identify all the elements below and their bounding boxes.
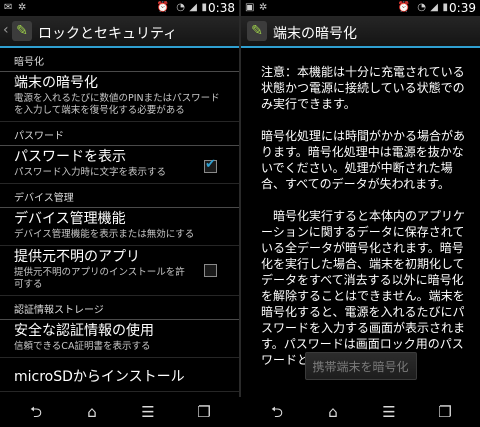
pref-summary: デバイス管理機能を表示または無効にする [14, 229, 195, 240]
settings-wrench-icon[interactable]: ✎ [12, 21, 32, 41]
security-settings-screen: ✉ ✲ ⏰ ◔ ◢ ▮ 0:38 ‹ ✎ ロックとセキュリティ 暗号化 端末の暗… [0, 0, 239, 397]
up-chevron-icon[interactable]: ‹ [3, 22, 9, 38]
notice-paragraph: 暗号化実行すると本体内のアプリケーションに関するデータに保存されている全データが… [261, 209, 466, 366]
notice-paragraph: 暗号化処理には時間がかかる場合があります。暗号化処理中は電源を抜かないでください… [261, 129, 466, 191]
section-header-device-admin: デバイス管理 [0, 190, 239, 208]
image-icon: ▣ [245, 2, 255, 13]
back-icon[interactable]: ⮌ [265, 403, 289, 421]
pref-use-secure-credentials[interactable]: 安全な認証情報の使用 信頼できるCA証明書を表示する [0, 320, 239, 358]
alarm-icon: ⏰ [397, 2, 410, 13]
pref-summary: パスワード入力時に文字を表示する [14, 167, 167, 178]
pref-summary: 提供元不明のアプリのインストールを許可する [14, 267, 185, 290]
page-title: ロックとセキュリティ [38, 26, 178, 42]
status-time: 0:38 [208, 1, 235, 15]
pref-title: microSDからインストール [14, 369, 185, 385]
encrypt-device-button[interactable]: 携帯端末を暗号化 [304, 352, 417, 380]
navigation-bar: ⮌ ⌂ ☰ ❐ [241, 397, 480, 427]
pref-title: 端末の暗号化 [14, 75, 98, 91]
home-icon[interactable]: ⌂ [321, 403, 345, 421]
menu-icon[interactable]: ☰ [136, 403, 160, 421]
home-icon[interactable]: ⌂ [80, 403, 104, 421]
wifi-icon: ◔ [417, 2, 426, 13]
show-password-checkbox[interactable] [204, 157, 217, 173]
pref-summary: 信頼できるCA証明書を表示する [14, 341, 151, 352]
battery-icon: ▮ [201, 2, 207, 13]
settings-wrench-icon[interactable]: ✎ [247, 21, 267, 41]
pref-encrypt-device[interactable]: 端末の暗号化 電源を入れるたびに数値のPINまたはパスワードを入力して端末を復号… [0, 72, 239, 122]
pref-summary: 電源を入れるたびに数値のPINまたはパスワードを入力して端末を復号化する必要があ… [14, 93, 220, 116]
notification-icon: ✉ [4, 2, 13, 13]
pref-title: 安全な認証情報の使用 [14, 323, 154, 339]
status-time: 0:39 [449, 1, 476, 15]
wifi-icon: ◔ [176, 2, 185, 13]
pref-show-password[interactable]: パスワードを表示 パスワード入力時に文字を表示する [0, 146, 239, 184]
action-bar: ✎ 端末の暗号化 [241, 16, 480, 48]
signal-icon: ◢ [189, 2, 197, 13]
pref-install-from-sd[interactable]: microSDからインストール [0, 358, 239, 392]
signal-icon: ◢ [430, 2, 438, 13]
section-header-password: パスワード [0, 128, 239, 146]
section-header-encryption: 暗号化 [0, 54, 239, 72]
status-bar: ▣ ✲ ⏰ ◔ ◢ ▮ 0:39 [241, 0, 480, 16]
encryption-notice: 注意：本機能は十分に充電されている状態かつ電源に接続している状態でのみ実行できま… [241, 48, 480, 366]
page-title: 端末の暗号化 [273, 26, 357, 42]
button-container: 携帯端末を暗号化 [241, 352, 480, 380]
pref-title: 提供元不明のアプリ [14, 249, 140, 265]
pref-title: パスワードを表示 [14, 149, 126, 165]
pref-title: デバイス管理機能 [14, 211, 126, 227]
encrypt-device-screen: ▣ ✲ ⏰ ◔ ◢ ▮ 0:39 ✎ 端末の暗号化 注意：本機能は十分に充電され… [241, 0, 480, 397]
pref-device-administrators[interactable]: デバイス管理機能 デバイス管理機能を表示または無効にする [0, 208, 239, 246]
unknown-sources-checkbox[interactable] [204, 264, 217, 277]
pref-unknown-sources[interactable]: 提供元不明のアプリ 提供元不明のアプリのインストールを許可する [0, 246, 239, 296]
section-header-credential-storage: 認証情報ストレージ [0, 302, 239, 320]
status-bar: ✉ ✲ ⏰ ◔ ◢ ▮ 0:38 [0, 0, 239, 16]
satellite-icon: ✲ [259, 2, 268, 13]
recent-apps-icon[interactable]: ❐ [433, 403, 457, 421]
action-bar: ‹ ✎ ロックとセキュリティ [0, 16, 239, 48]
alarm-icon: ⏰ [156, 2, 169, 13]
recent-apps-icon[interactable]: ❐ [192, 403, 216, 421]
satellite-icon: ✲ [18, 2, 27, 13]
back-icon[interactable]: ⮌ [24, 403, 48, 421]
battery-icon: ▮ [442, 2, 448, 13]
menu-icon[interactable]: ☰ [377, 403, 401, 421]
navigation-bar: ⮌ ⌂ ☰ ❐ [0, 397, 239, 427]
settings-list: 暗号化 端末の暗号化 電源を入れるたびに数値のPINまたはパスワードを入力して端… [0, 54, 239, 392]
notice-paragraph: 注意：本機能は十分に充電されている状態かつ電源に接続している状態でのみ実行できま… [261, 65, 465, 111]
